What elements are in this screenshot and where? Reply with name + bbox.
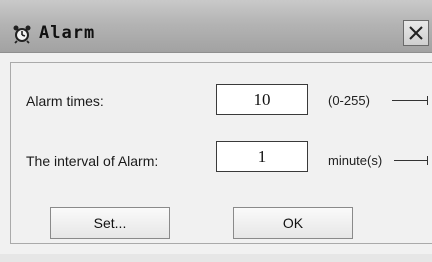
interval-unit-hint: minute(s) <box>328 153 383 168</box>
alarm-times-label: Alarm times: <box>26 93 104 109</box>
interval-input[interactable]: 1 <box>216 141 308 172</box>
window-bottom-edge <box>0 254 432 262</box>
title-bar[interactable]: Alarm <box>0 0 432 53</box>
leader-tick <box>427 156 428 165</box>
leader-line <box>392 100 428 101</box>
alarm-times-input[interactable]: 10 <box>216 84 308 115</box>
close-icon <box>409 26 423 40</box>
leader-tick <box>427 96 428 105</box>
ok-button[interactable]: OK <box>233 207 353 239</box>
leader-line <box>394 160 428 161</box>
alarm-bell-icon <box>12 24 32 44</box>
interval-label: The interval of Alarm: <box>26 153 159 169</box>
close-button[interactable] <box>403 20 429 46</box>
window-title: Alarm <box>39 23 96 43</box>
alarm-times-range-hint: (0-255) <box>328 93 370 108</box>
set-button[interactable]: Set... <box>50 207 170 239</box>
